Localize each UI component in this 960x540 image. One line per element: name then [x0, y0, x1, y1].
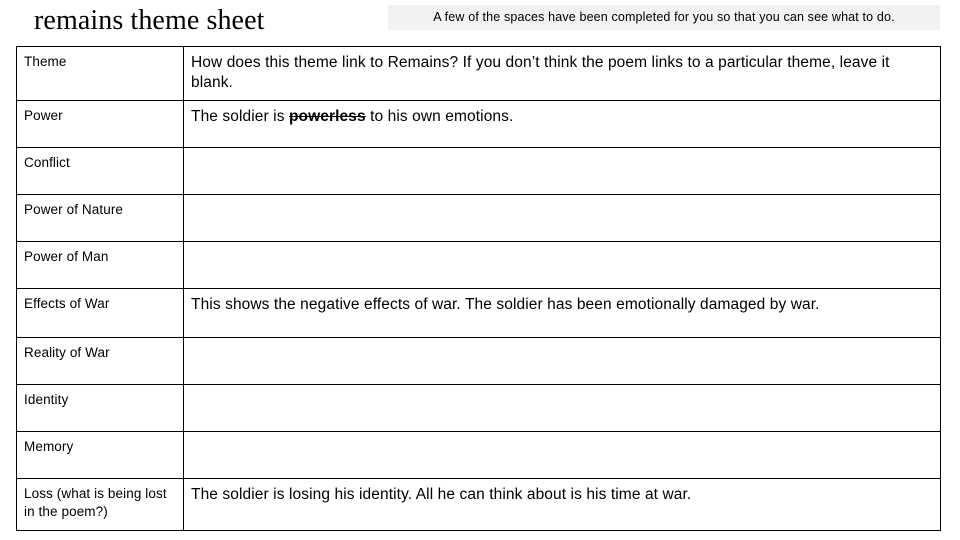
page-title: remains theme sheet — [34, 5, 265, 36]
slide-canvas: remains theme sheet A few of the spaces … — [0, 0, 960, 540]
theme-cell: Effects of War — [16, 288, 184, 338]
table-row: Loss (what is being lost in the poem?) Th… — [16, 478, 941, 531]
answer-cell[interactable] — [183, 194, 941, 242]
theme-cell: Power — [16, 100, 184, 148]
theme-cell: Identity — [16, 384, 184, 432]
answer-cell[interactable] — [183, 431, 941, 479]
theme-cell: Theme — [16, 46, 184, 101]
answer-cell[interactable]: This shows the negative effects of war. … — [183, 288, 941, 338]
theme-cell: Power of Nature — [16, 194, 184, 242]
table-row: Effects of War This shows the negative ef… — [16, 288, 941, 338]
theme-cell: Reality of War — [16, 337, 184, 385]
table-row: Reality of War — [16, 337, 941, 385]
table-row: Power of Nature — [16, 194, 941, 242]
theme-cell: Loss (what is being lost in the poem?) — [16, 478, 184, 531]
theme-table-body: Theme How does this theme link to Remains… — [16, 46, 941, 531]
instruction-banner: A few of the spaces have been completed … — [388, 5, 940, 30]
answer-cell[interactable]: How does this theme link to Remains? If … — [183, 46, 941, 101]
table-row: Theme How does this theme link to Remains… — [16, 46, 941, 101]
answer-text: This shows the negative effects of war. … — [191, 296, 820, 313]
answer-cell[interactable] — [183, 384, 941, 432]
table-row: Identity — [16, 384, 941, 432]
answer-cell[interactable] — [183, 241, 941, 289]
instruction-banner-text: A few of the spaces have been completed … — [433, 10, 895, 24]
answer-text-post: to his own emotions. — [365, 108, 514, 125]
table-row: Conflict — [16, 147, 941, 195]
answer-cell[interactable]: The soldier is losing his identity. All … — [183, 478, 941, 531]
theme-cell: Memory — [16, 431, 184, 479]
table-row: Power The soldier is powerless to his own… — [16, 100, 941, 148]
answer-emphasis-text: powerless — [288, 108, 366, 125]
answer-cell[interactable] — [183, 147, 941, 195]
theme-cell: Conflict — [16, 147, 184, 195]
answer-cell[interactable]: The soldier is powerless to his own emot… — [183, 100, 941, 148]
table-row: Memory — [16, 431, 941, 479]
answer-text: How does this theme link to Remains? If … — [191, 54, 890, 91]
answer-text-pre: The soldier is — [191, 108, 289, 125]
answer-text: The soldier is losing his identity. All … — [191, 486, 692, 503]
answer-cell[interactable] — [183, 337, 941, 385]
table-row: Power of Man — [16, 241, 941, 289]
theme-table: Theme How does this theme link to Remains… — [16, 46, 941, 531]
theme-cell: Power of Man — [16, 241, 184, 289]
